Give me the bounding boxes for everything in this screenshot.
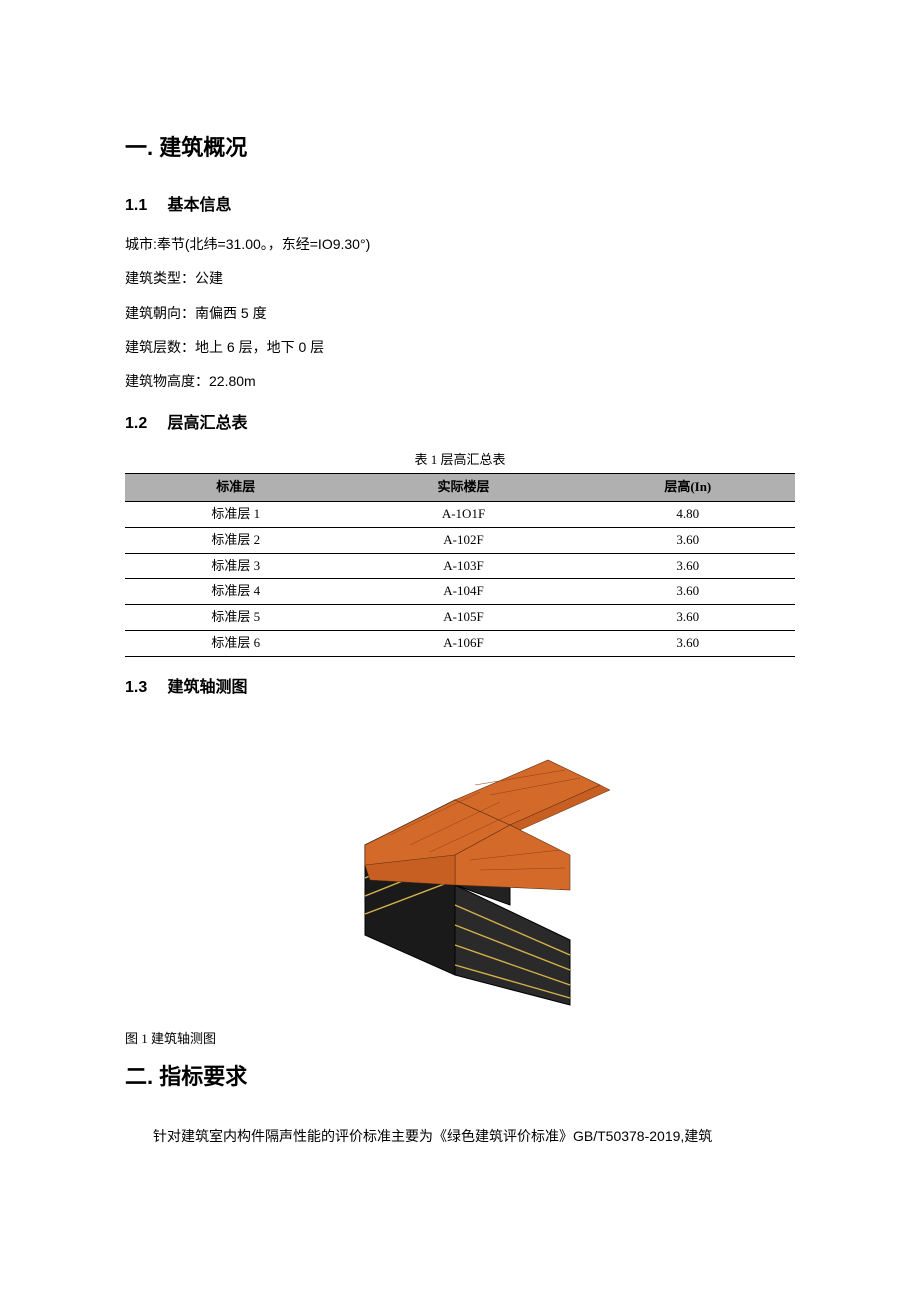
table-row: 标准层 1 A-1O1F 4.80	[125, 501, 795, 527]
info-orientation: 建筑朝向：南偏西 5 度	[125, 302, 795, 324]
figure-caption: 图 1 建筑轴测图	[125, 1029, 795, 1050]
info-city: 城市:奉节(北纬=31.00。，东经=IO9.30°)	[125, 233, 795, 255]
section-1-heading: 一. 建筑概况	[125, 130, 795, 165]
info-floors: 建筑层数：地上 6 层，地下 0 层	[125, 336, 795, 358]
table-header: 层高(In)	[581, 474, 795, 502]
subsection-title: 基本信息	[167, 197, 231, 214]
table-header: 实际楼层	[346, 474, 580, 502]
info-height: 建筑物高度：22.80m	[125, 370, 795, 392]
table-row: 标准层 5 A-105F 3.60	[125, 605, 795, 631]
building-axonometric-icon	[310, 730, 610, 1010]
table-row: 标准层 4 A-104F 3.60	[125, 579, 795, 605]
subsection-num: 1.2	[125, 411, 163, 437]
subsection-1-2-heading: 1.2 层高汇总表	[125, 411, 795, 437]
figure-wrap	[125, 730, 795, 1018]
table-row: 标准层 3 A-103F 3.60	[125, 553, 795, 579]
subsection-1-1-heading: 1.1 基本信息	[125, 193, 795, 219]
info-type: 建筑类型：公建	[125, 267, 795, 289]
subsection-num: 1.1	[125, 193, 163, 219]
subsection-num: 1.3	[125, 675, 163, 701]
subsection-title: 建筑轴测图	[167, 679, 247, 696]
table-header: 标准层	[125, 474, 346, 502]
table-caption: 表 1 层高汇总表	[125, 450, 795, 471]
subsection-title: 层高汇总表	[167, 415, 247, 432]
body-paragraph: 针对建筑室内构件隔声性能的评价标准主要为《绿色建筑评价标准》GB/T50378-…	[125, 1123, 795, 1150]
floor-height-table: 标准层 实际楼层 层高(In) 标准层 1 A-1O1F 4.80 标准层 2 …	[125, 473, 795, 657]
table-row: 标准层 2 A-102F 3.60	[125, 527, 795, 553]
section-2-heading: 二. 指标要求	[125, 1059, 795, 1094]
table-row: 标准层 6 A-106F 3.60	[125, 630, 795, 656]
subsection-1-3-heading: 1.3 建筑轴测图	[125, 675, 795, 701]
